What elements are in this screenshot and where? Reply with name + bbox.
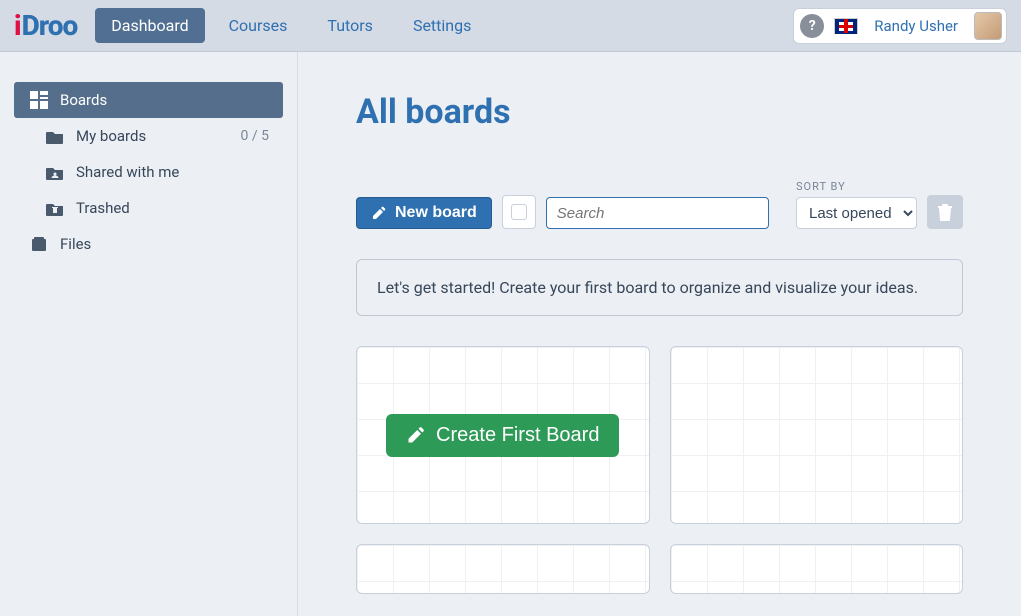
logo-i: i [14,9,22,42]
select-all-checkbox[interactable] [502,195,536,229]
new-board-button[interactable]: New board [356,197,492,229]
sidebar: Boards My boards 0 / 5 Shared with me Tr… [0,52,298,616]
sort-by-label: SORT BY [796,180,917,193]
sidebar-item-shared[interactable]: Shared with me [14,154,283,190]
nav-tutors[interactable]: Tutors [311,8,389,43]
board-card-placeholder[interactable] [356,544,650,594]
nav-dashboard[interactable]: Dashboard [95,8,204,43]
trash-icon [937,203,953,221]
trash-folder-icon [44,201,66,216]
toolbar: New board SORT BY Last opened [356,180,963,229]
logo[interactable]: iDroo [14,9,77,42]
sidebar-item-boards[interactable]: Boards [14,82,283,118]
boards-count-badge: 0 / 5 [241,128,269,144]
page-title: All boards [356,92,963,132]
search-input[interactable] [546,197,769,229]
new-board-label: New board [395,204,477,222]
logo-rest: Droo [22,9,78,42]
create-first-board-card: Create First Board [356,346,650,524]
folder-icon [44,129,66,144]
create-first-board-label: Create First Board [436,424,599,447]
create-first-board-button[interactable]: Create First Board [386,414,619,457]
avatar[interactable] [974,12,1002,40]
main-content: All boards New board SORT BY Last opened [298,52,1021,616]
nav-settings[interactable]: Settings [397,8,487,43]
sidebar-item-label: Shared with me [76,163,269,181]
sidebar-item-label: My boards [76,127,241,145]
sidebar-item-label: Files [60,235,269,253]
edit-icon [371,205,387,221]
board-card-placeholder[interactable] [670,544,964,594]
grid-icon [28,91,50,109]
edit-icon [406,425,426,445]
checkbox-inner [511,204,527,220]
sidebar-item-my-boards[interactable]: My boards 0 / 5 [14,118,283,154]
getting-started-banner: Let's get started! Create your first boa… [356,259,963,316]
help-icon: ? [809,18,816,34]
sidebar-item-label: Boards [60,91,269,109]
boards-grid: Create First Board [356,346,963,594]
help-button[interactable]: ? [800,14,824,38]
top-bar: iDroo Dashboard Courses Tutors Settings … [0,0,1021,52]
nav-courses[interactable]: Courses [213,8,304,43]
sort-select[interactable]: Last opened [796,197,917,229]
files-icon [28,235,50,253]
board-card-placeholder[interactable] [670,346,964,524]
shared-folder-icon [44,165,66,180]
user-area: ? Randy Usher [793,8,1007,44]
username[interactable]: Randy Usher [868,17,964,35]
bulk-delete-button[interactable] [927,195,963,229]
sidebar-item-trashed[interactable]: Trashed [14,190,283,226]
sidebar-item-files[interactable]: Files [14,226,283,262]
sidebar-item-label: Trashed [76,199,269,217]
flag-icon[interactable] [834,18,858,34]
main-nav: Dashboard Courses Tutors Settings [95,8,487,43]
